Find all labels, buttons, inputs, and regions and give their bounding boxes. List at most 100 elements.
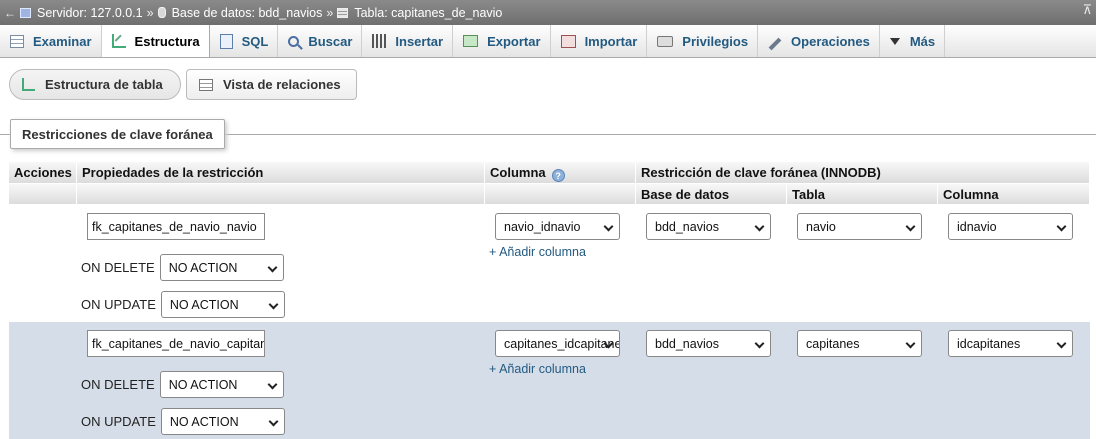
table-icon bbox=[337, 7, 349, 18]
chevron-down-icon bbox=[905, 221, 916, 232]
relation-view-icon bbox=[199, 78, 213, 91]
tab-insertar[interactable]: Insertar bbox=[362, 25, 454, 57]
tab-estructura[interactable]: Estructura bbox=[101, 25, 210, 57]
breadcrumb-table[interactable]: Tabla: capitanes_de_navio bbox=[337, 6, 502, 20]
header-actions: Acciones bbox=[9, 162, 77, 183]
table-header-row: Acciones Propiedades de la restricción C… bbox=[9, 162, 1090, 183]
tab-mas[interactable]: Más bbox=[880, 25, 946, 57]
on-delete-row: ON DELETE NO ACTION bbox=[81, 371, 284, 398]
structure-icon bbox=[111, 34, 126, 48]
relation-view-button[interactable]: Vista de relaciones bbox=[186, 69, 357, 100]
chevron-down-icon bbox=[905, 338, 916, 349]
on-update-select[interactable]: NO ACTION bbox=[160, 291, 285, 318]
on-update-row: ON UPDATE NO ACTION bbox=[81, 408, 285, 435]
sql-icon bbox=[219, 33, 233, 49]
table-row: fk_capitanes_de_navio_capitanes ON DELET… bbox=[9, 322, 1090, 439]
chevron-down-icon bbox=[267, 379, 278, 390]
ref-column-select[interactable]: idcapitanes bbox=[948, 330, 1073, 357]
table-structure-button[interactable]: Estructura de tabla bbox=[9, 69, 181, 100]
header-ref-column: Columna bbox=[938, 184, 1090, 204]
search-icon bbox=[288, 35, 300, 47]
on-delete-row: ON DELETE NO ACTION bbox=[81, 254, 284, 281]
database-value: bdd_navios bbox=[655, 337, 719, 351]
breadcrumb-separator: » bbox=[326, 5, 334, 20]
column-value: capitanes_idcapitanes bbox=[504, 337, 620, 351]
constraint-name-input[interactable]: fk_capitanes_de_navio_navio bbox=[87, 213, 265, 240]
help-icon[interactable]: ? bbox=[551, 169, 565, 182]
tab-operaciones[interactable]: Operaciones bbox=[758, 25, 880, 57]
constraint-name-input[interactable]: fk_capitanes_de_navio_capitanes bbox=[87, 330, 265, 357]
on-update-select[interactable]: NO ACTION bbox=[160, 408, 285, 435]
chevron-down-icon bbox=[1056, 338, 1067, 349]
database-select[interactable]: bdd_navios bbox=[646, 330, 771, 357]
on-update-value: NO ACTION bbox=[169, 415, 239, 429]
export-icon bbox=[463, 35, 479, 47]
on-delete-select[interactable]: NO ACTION bbox=[159, 371, 284, 398]
column-select[interactable]: navio_idnavio bbox=[495, 213, 620, 240]
header-database: Base de datos bbox=[636, 184, 787, 204]
header-column-label: Columna bbox=[490, 165, 546, 180]
tab-privilegios[interactable]: Privilegios bbox=[647, 25, 759, 57]
tab-exportar[interactable]: Exportar bbox=[453, 25, 551, 57]
tab-label: Examinar bbox=[33, 33, 92, 49]
on-update-label: ON UPDATE bbox=[81, 297, 156, 312]
chevron-down-icon bbox=[754, 338, 765, 349]
chevron-down-icon bbox=[268, 299, 279, 310]
chevron-down-icon bbox=[754, 221, 765, 232]
chevron-down-icon bbox=[267, 262, 278, 273]
breadcrumb-database[interactable]: Base de datos: bdd_navios bbox=[157, 5, 323, 20]
more-icon bbox=[889, 37, 900, 45]
breadcrumb-server-label: Servidor: 127.0.0.1 bbox=[37, 5, 143, 20]
privileges-icon bbox=[657, 35, 674, 47]
breadcrumb-separator: » bbox=[146, 5, 154, 20]
table-select[interactable]: capitanes bbox=[797, 330, 922, 357]
on-delete-label: ON DELETE bbox=[81, 260, 155, 275]
header-column: Columna? bbox=[485, 162, 636, 183]
table-select[interactable]: navio bbox=[797, 213, 922, 240]
fieldset-legend: Restricciones de clave foránea bbox=[10, 119, 225, 149]
database-select[interactable]: bdd_navios bbox=[646, 213, 771, 240]
add-column-link[interactable]: + Añadir columna bbox=[489, 245, 586, 259]
operations-icon bbox=[768, 37, 782, 51]
breadcrumb-server[interactable]: Servidor: 127.0.0.1 bbox=[20, 6, 143, 20]
on-update-value: NO ACTION bbox=[169, 298, 239, 312]
tab-buscar[interactable]: Buscar bbox=[278, 25, 363, 57]
breadcrumb-database-label: Base de datos: bdd_navios bbox=[171, 5, 323, 20]
column-value: navio_idnavio bbox=[504, 220, 581, 234]
tab-label: Estructura bbox=[134, 33, 200, 49]
main-tab-menu: Examinar Estructura SQL Buscar Insertar … bbox=[0, 25, 1096, 58]
ref-column-select[interactable]: idnavio bbox=[948, 213, 1073, 240]
tab-label: Exportar bbox=[487, 33, 541, 49]
server-breadcrumb-bar: ← Servidor: 127.0.0.1 » Base de datos: b… bbox=[0, 0, 1096, 25]
table-structure-label: Estructura de tabla bbox=[45, 77, 163, 92]
column-select[interactable]: capitanes_idcapitanes bbox=[495, 330, 620, 357]
subheader-empty bbox=[9, 184, 77, 204]
tab-label: SQL bbox=[241, 33, 269, 49]
insert-icon bbox=[372, 34, 387, 48]
chevron-down-icon bbox=[1056, 221, 1067, 232]
table-row: fk_capitanes_de_navio_navio ON DELETE NO… bbox=[9, 205, 1090, 322]
tab-examinar[interactable]: Examinar bbox=[0, 25, 102, 57]
tab-importar[interactable]: Importar bbox=[551, 25, 648, 57]
browse-icon bbox=[10, 34, 24, 48]
relation-view-label: Vista de relaciones bbox=[223, 77, 341, 92]
header-fk-constraint: Restricción de clave foránea (INNODB) bbox=[636, 162, 1090, 183]
on-delete-value: NO ACTION bbox=[168, 378, 238, 392]
back-arrow-icon[interactable]: ← bbox=[0, 6, 20, 20]
server-icon bbox=[20, 7, 31, 18]
tab-sql[interactable]: SQL bbox=[210, 25, 279, 57]
on-update-label: ON UPDATE bbox=[81, 414, 156, 429]
table-value: capitanes bbox=[806, 337, 860, 351]
chevron-down-icon bbox=[268, 416, 279, 427]
subheader-empty bbox=[77, 184, 485, 204]
tab-label: Importar bbox=[584, 33, 638, 49]
database-icon bbox=[157, 7, 166, 18]
foreign-key-table: Acciones Propiedades de la restricción C… bbox=[9, 162, 1090, 439]
on-delete-value: NO ACTION bbox=[168, 261, 238, 275]
on-delete-select[interactable]: NO ACTION bbox=[159, 254, 284, 281]
add-column-link[interactable]: + Añadir columna bbox=[489, 362, 586, 376]
tab-label: Más bbox=[909, 33, 936, 49]
chevron-down-icon bbox=[603, 221, 614, 232]
header-properties: Propiedades de la restricción bbox=[77, 162, 485, 183]
collapse-icon[interactable]: ⊼ bbox=[1082, 2, 1092, 18]
